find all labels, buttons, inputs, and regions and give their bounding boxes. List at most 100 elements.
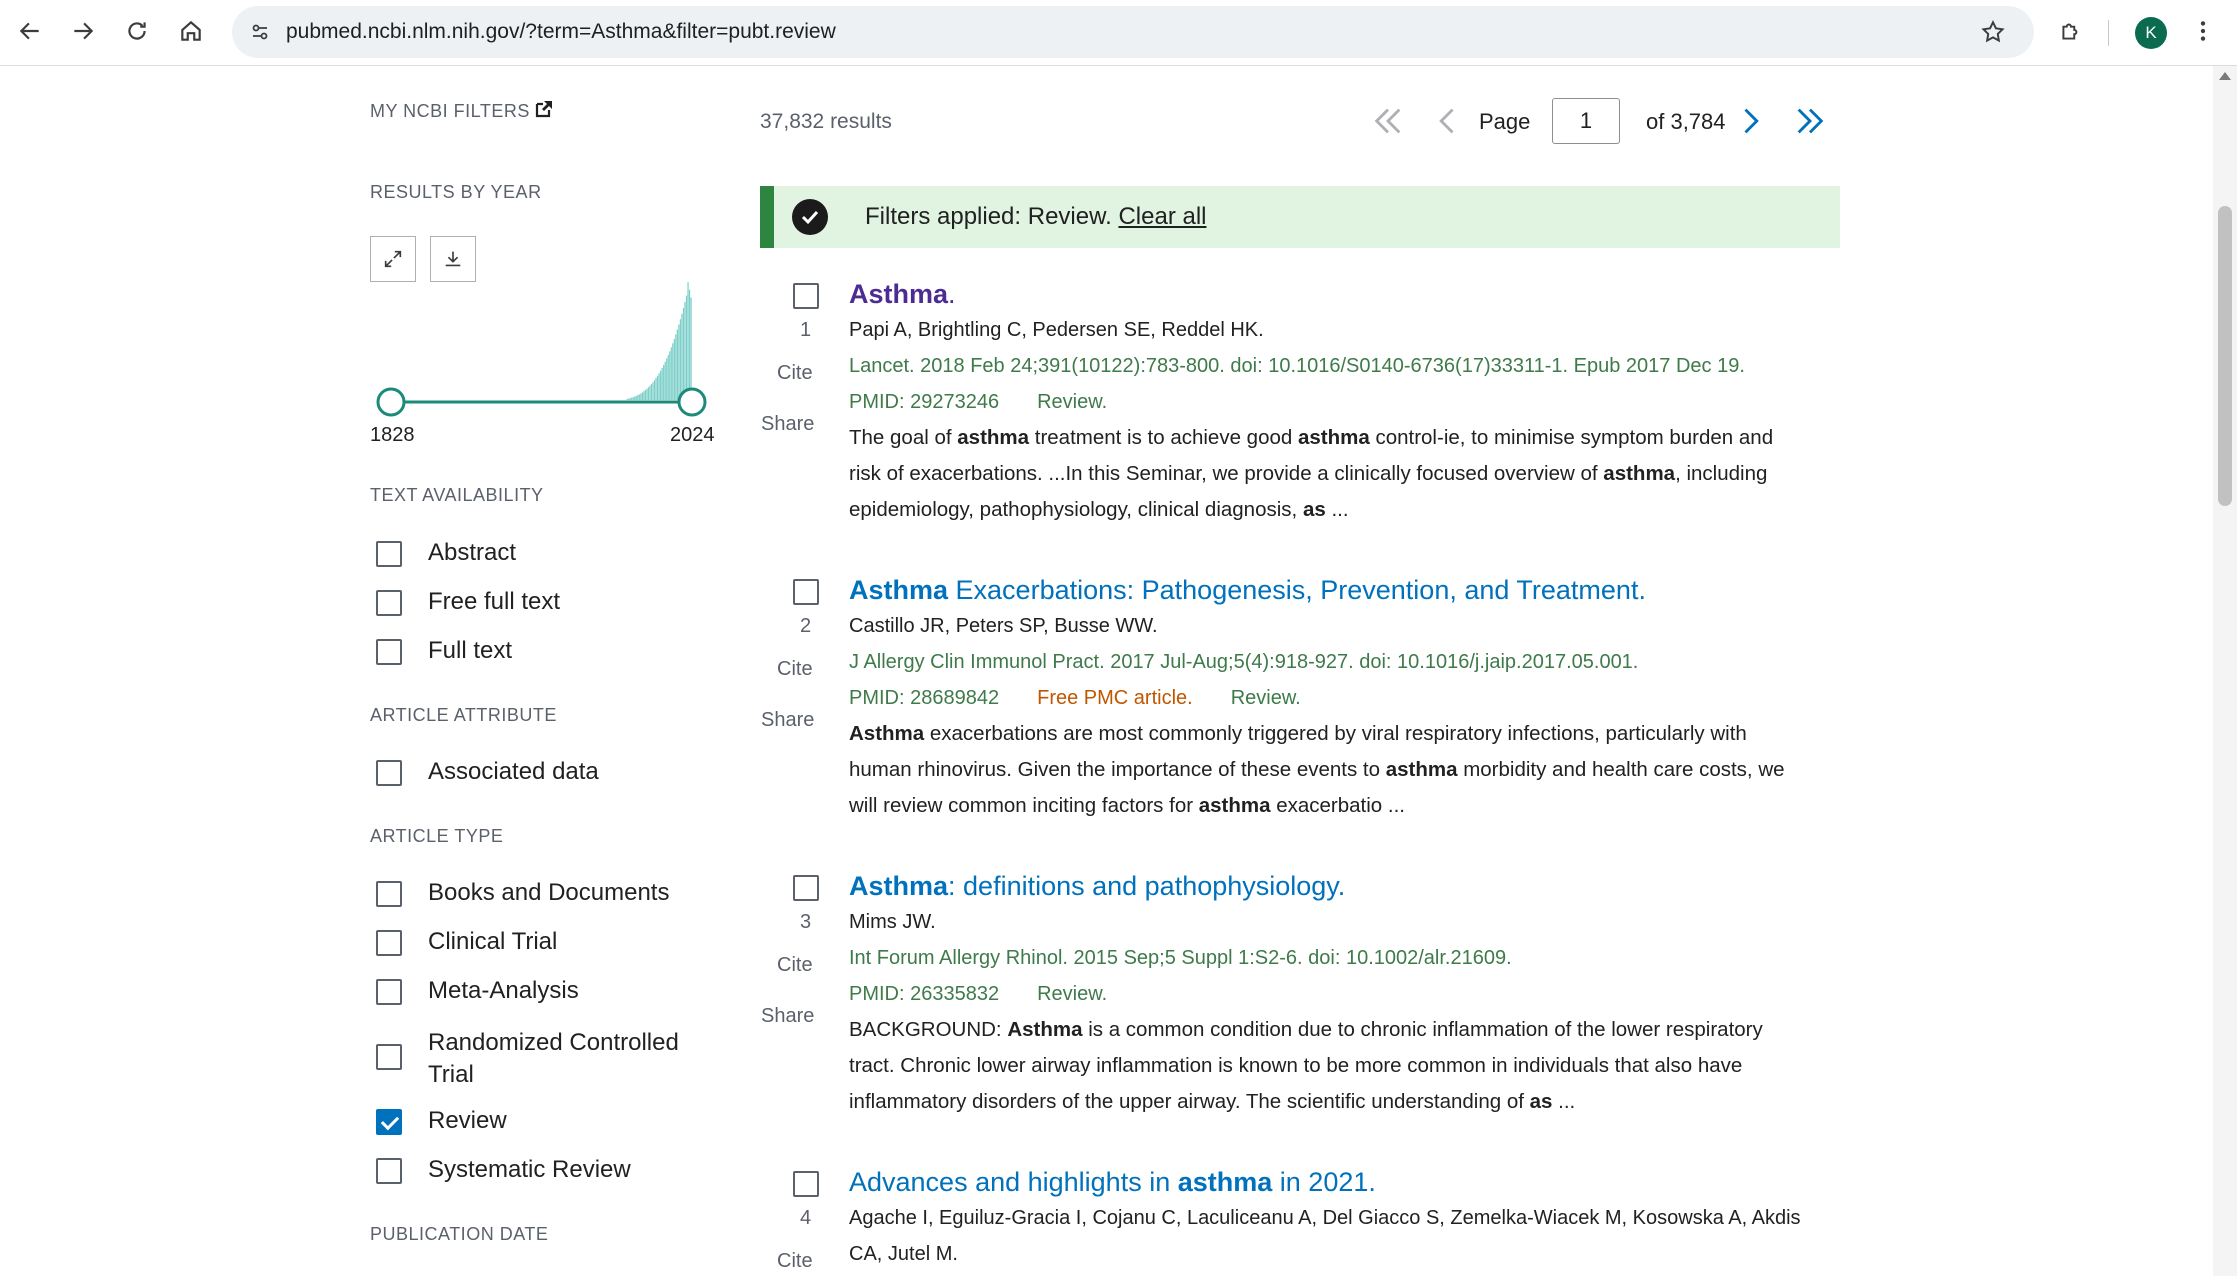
reload-button[interactable] [116,10,158,52]
review-badge: Review. [1037,391,1108,413]
result-pmid: PMID: 26335832 [849,983,1000,1005]
histogram-bar [682,307,685,400]
clinical-trial-checkbox[interactable] [376,930,402,956]
keyword-highlight: Asthma [1007,1018,1083,1041]
previous-page-button[interactable] [1425,98,1471,144]
last-page-button[interactable] [1787,98,1833,144]
back-button[interactable] [9,10,51,52]
filter-randomized-controlled-trial[interactable]: Randomized Controlled Trial [376,1029,706,1091]
associated-data-checkbox[interactable] [376,760,402,786]
filter-review[interactable]: Review [376,1107,507,1137]
extensions-button[interactable] [2050,10,2092,52]
site-settings-icon[interactable] [240,12,280,52]
next-page-button[interactable] [1727,98,1773,144]
cite-button[interactable]: Cite [777,1250,813,1273]
bookmark-star-icon[interactable] [1976,15,2010,49]
result-select-checkbox[interactable] [793,579,819,605]
title-highlight: Asthma [849,871,949,901]
histogram-bar [673,338,675,400]
filter-meta-analysis[interactable]: Meta-Analysis [376,977,579,1007]
result-authors-line-2: CA, Jutel M. [849,1243,958,1265]
review-checkbox[interactable] [376,1109,402,1135]
result-select-checkbox[interactable] [793,283,819,309]
result-snippet: Asthma exacerbations are most commonly t… [849,716,1849,824]
result-select-checkbox[interactable] [793,875,819,901]
filter-label[interactable]: Randomized Controlled Trial [428,1027,706,1091]
histogram-bar [646,388,648,400]
filter-label[interactable]: Meta-Analysis [428,975,579,1007]
year-start-handle[interactable] [376,387,406,417]
full-text-checkbox[interactable] [376,639,402,665]
filter-books-and-documents[interactable]: Books and Documents [376,879,669,909]
filter-abstract[interactable]: Abstract [376,539,516,569]
cite-button[interactable]: Cite [777,954,813,977]
histogram-bar [637,395,639,400]
result-select-checkbox[interactable] [793,1171,819,1197]
review-badge: Review. [1230,687,1301,709]
page-total: of 3,784 [1646,109,1726,134]
double-chevron-right-icon [1797,108,1824,134]
filter-free-full-text[interactable]: Free full text [376,588,560,618]
filter-label[interactable]: Systematic Review [428,1154,631,1186]
toolbar-divider [2108,20,2109,46]
result-title-link[interactable]: Asthma Exacerbations: Pathogenesis, Prev… [849,573,1849,607]
result-title-link[interactable]: Asthma. [849,277,1849,311]
menu-button[interactable] [2185,10,2221,52]
filter-systematic-review[interactable]: Systematic Review [376,1156,631,1186]
result-meta: PMID: 28689842 Free PMC article. Review. [849,680,1849,716]
forward-button[interactable] [62,10,104,52]
meta-analysis-checkbox[interactable] [376,979,402,1005]
abstract-checkbox[interactable] [376,541,402,567]
cite-button[interactable]: Cite [777,658,813,681]
histogram-bar [634,396,636,400]
randomized-controlled-trial-checkbox[interactable] [376,1044,402,1070]
result-title-link[interactable]: Advances and highlights in asthma in 202… [849,1165,1849,1199]
filter-associated-data[interactable]: Associated data [376,758,599,788]
address-bar[interactable]: pubmed.ncbi.nlm.nih.gov/?term=Asthma&fil… [232,6,2034,58]
share-button[interactable]: Share [761,413,814,436]
books-and-documents-checkbox[interactable] [376,881,402,907]
filter-full-text[interactable]: Full text [376,637,512,667]
histogram-bar [649,385,651,400]
cite-button[interactable]: Cite [777,362,813,385]
results-by-year-histogram[interactable] [370,236,720,426]
filter-label[interactable]: Associated data [428,756,599,788]
my-ncbi-filters-link[interactable]: MY NCBI FILTERS [370,101,530,122]
year-end-handle[interactable] [677,387,707,417]
result-body: Asthma Exacerbations: Pathogenesis, Prev… [849,573,1849,824]
url-text[interactable]: pubmed.ncbi.nlm.nih.gov/?term=Asthma&fil… [286,6,836,58]
histogram-bars [626,282,692,400]
histogram-bar [660,370,662,400]
filter-label[interactable]: Free full text [428,586,560,618]
filter-label[interactable]: Clinical Trial [428,926,557,958]
external-link-icon[interactable] [534,99,554,119]
systematic-review-checkbox[interactable] [376,1158,402,1184]
keyword-highlight: asthma [957,426,1030,449]
result-pmid: PMID: 29273246 [849,391,1000,413]
share-button[interactable]: Share [761,709,814,732]
share-button[interactable]: Share [761,1005,814,1028]
text-availability-heading: TEXT AVAILABILITY [370,485,544,505]
keyword-highlight: as [1302,498,1326,521]
filter-label[interactable]: Books and Documents [428,877,669,909]
keyword-highlight: asthma [1297,426,1370,449]
profile-avatar[interactable]: K [2135,17,2167,49]
filter-label[interactable]: Review [428,1105,507,1137]
first-page-button[interactable] [1365,98,1411,144]
free-pmc-article-badge[interactable]: Free PMC article. [1037,687,1193,709]
page-scrollbar[interactable] [2213,66,2237,1276]
histogram-bar [656,375,659,400]
clear-all-link[interactable]: Clear all [1118,203,1206,230]
result-title-link[interactable]: Asthma: definitions and pathophysiology. [849,869,1849,903]
filter-clinical-trial[interactable]: Clinical Trial [376,928,557,958]
filter-label[interactable]: Abstract [428,537,516,569]
histogram-bar [635,395,637,400]
filter-label[interactable]: Full text [428,635,512,667]
snippet-line: BACKGROUND: Asthma is a common condition… [849,1018,1763,1041]
scroll-up-icon[interactable] [2219,72,2231,80]
page-number-input[interactable]: 1 [1552,98,1620,144]
home-button[interactable] [170,10,212,52]
histogram-bar [664,361,666,400]
free-full-text-checkbox[interactable] [376,590,402,616]
scrollbar-thumb[interactable] [2218,206,2232,506]
